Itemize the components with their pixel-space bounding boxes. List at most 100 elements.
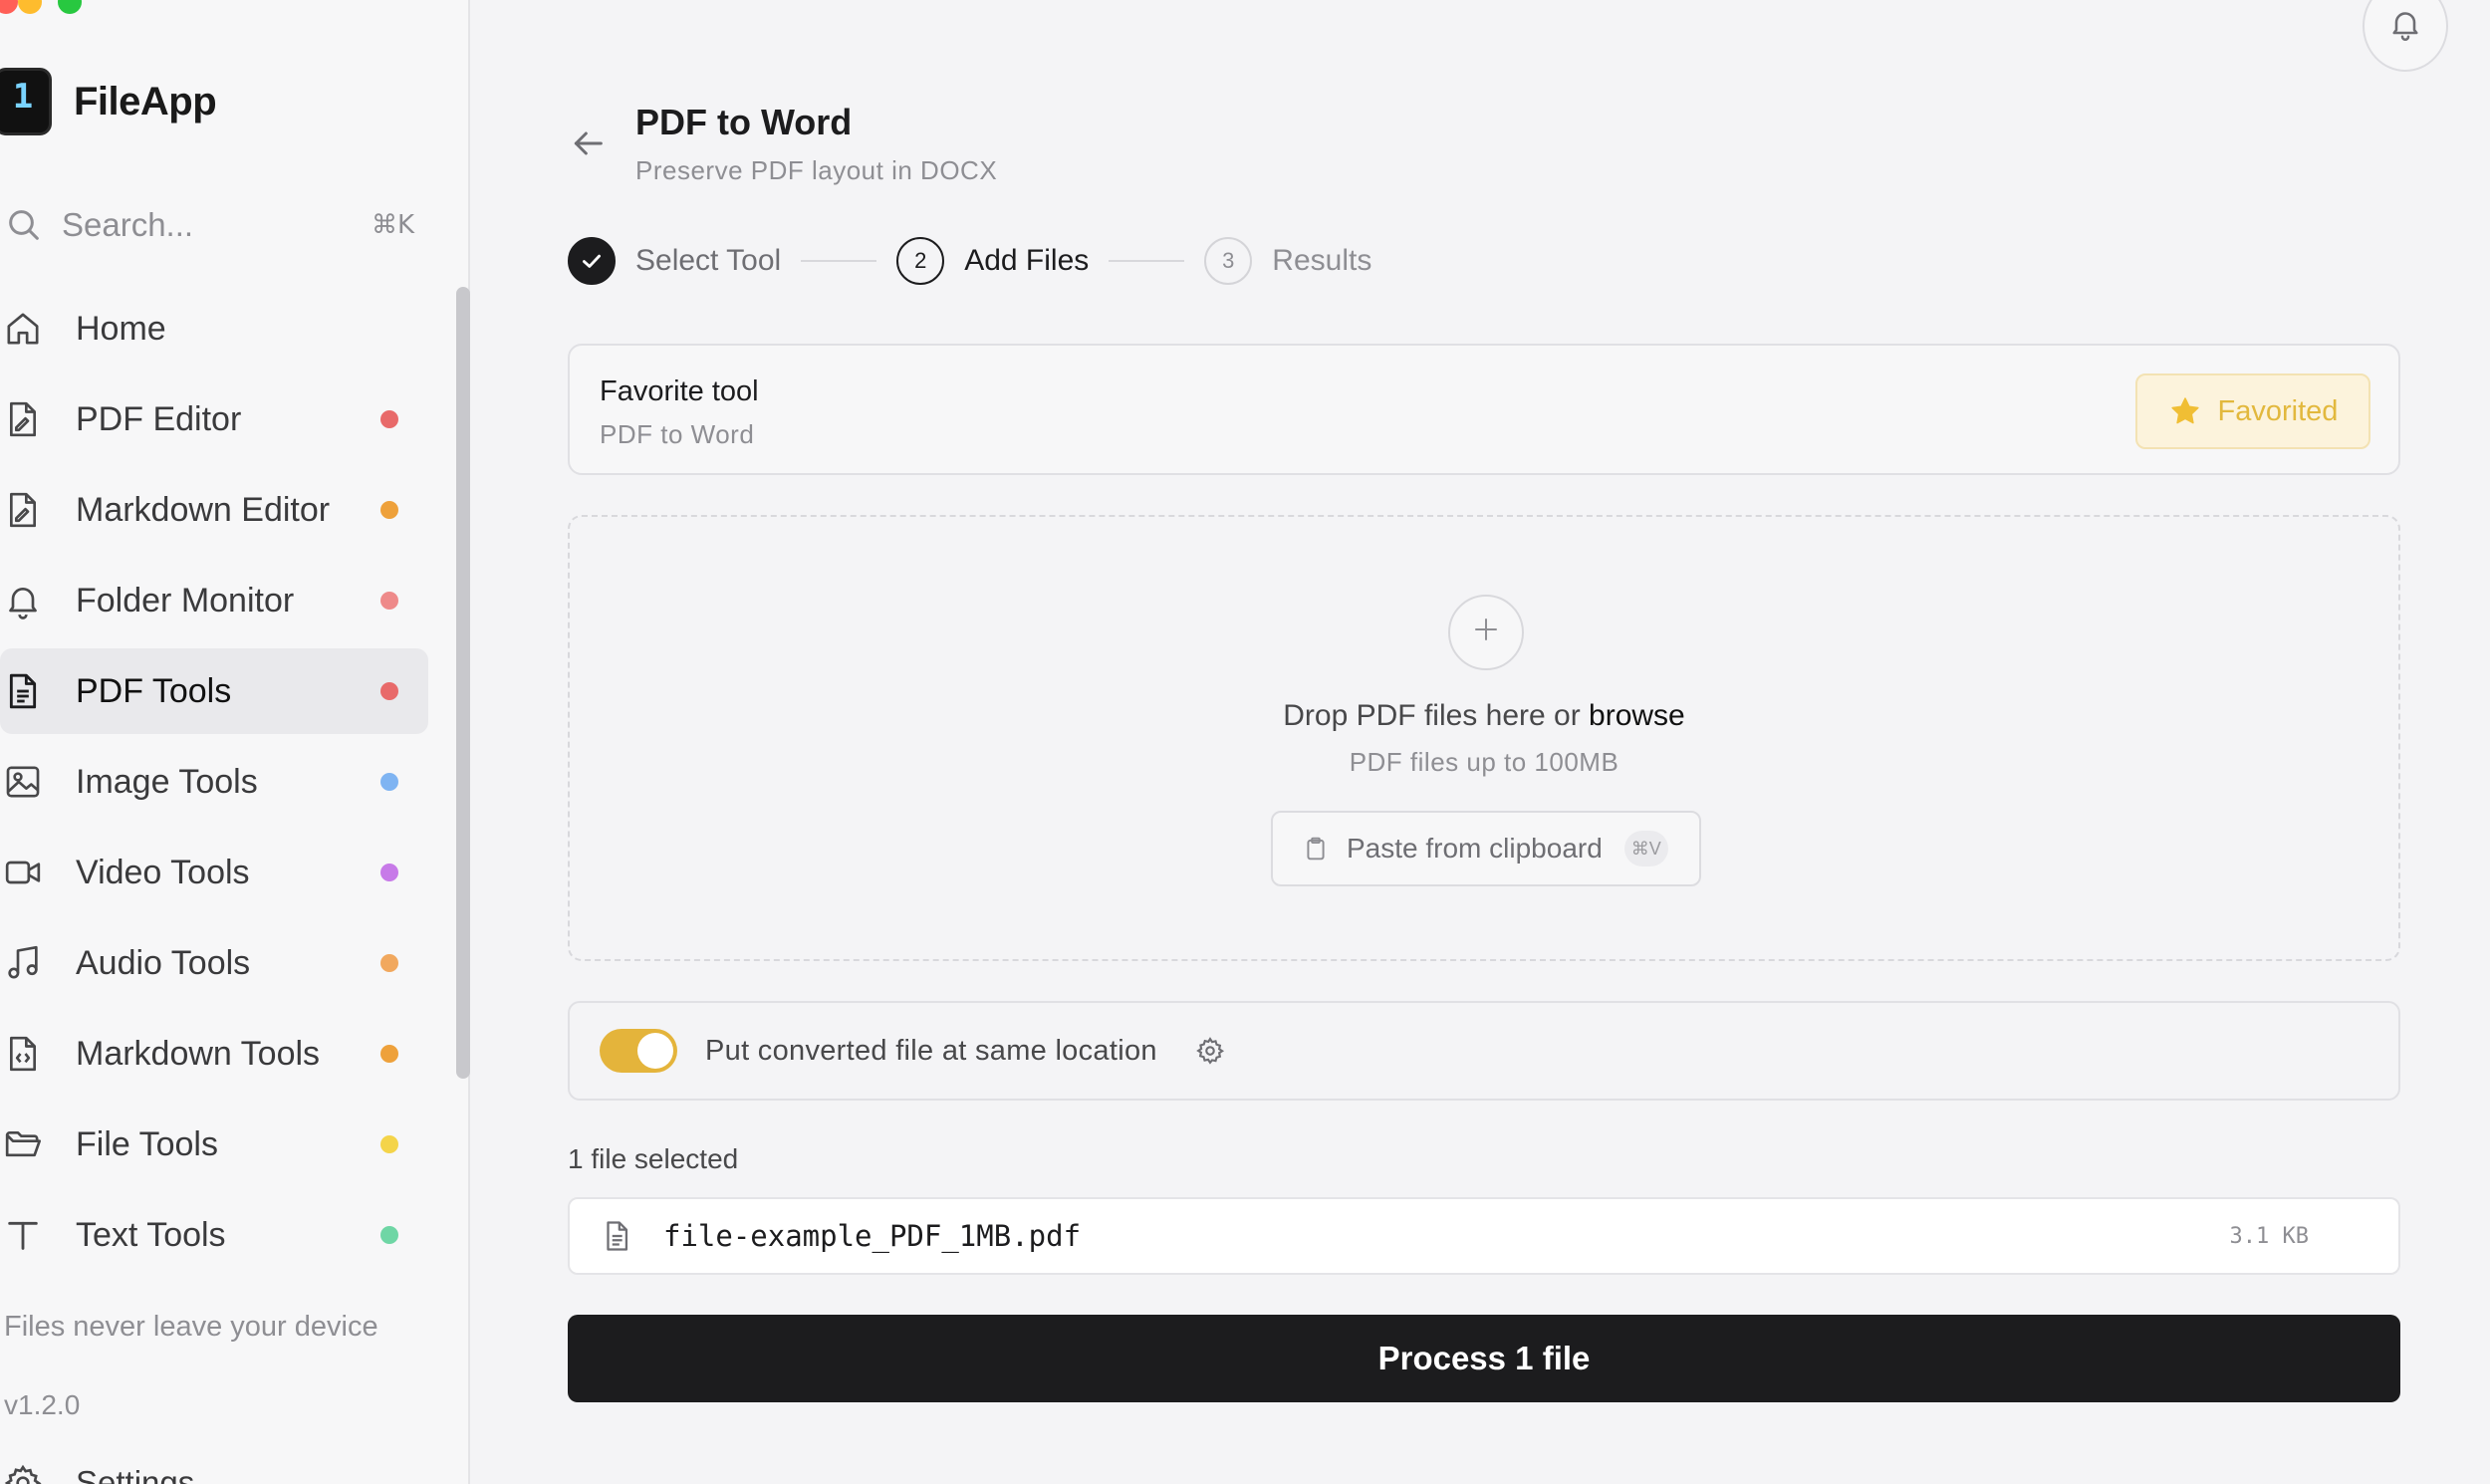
- status-dot: [380, 1226, 398, 1244]
- process-button[interactable]: Process 1 file: [568, 1315, 2400, 1402]
- sidebar-item-label: File Tools: [76, 1124, 218, 1163]
- step-add-files: 2 Add Files: [896, 237, 1089, 285]
- same-location-option: Put converted file at same location: [568, 1001, 2400, 1101]
- sidebar-nav: Home PDF Editor Markdown Editor Folder Moni…: [0, 286, 428, 1283]
- favorite-card: Favorite tool PDF to Word Favorited: [568, 344, 2400, 475]
- sidebar-item-video-tools[interactable]: Video Tools: [0, 830, 428, 915]
- folder-icon: [0, 1121, 46, 1167]
- sidebar-item-file-tools[interactable]: File Tools: [0, 1102, 428, 1187]
- sidebar-item-text-tools[interactable]: Text Tools: [0, 1192, 428, 1278]
- step-connector: [1109, 260, 1185, 262]
- search-input[interactable]: [62, 206, 361, 244]
- gear-icon: [0, 1460, 46, 1484]
- browse-link[interactable]: browse: [1589, 699, 1685, 732]
- plus-icon: [1471, 612, 1501, 654]
- sidebar-item-label: Folder Monitor: [76, 581, 295, 619]
- sidebar-item-label: PDF Editor: [76, 399, 242, 438]
- same-location-label: Put converted file at same location: [705, 1034, 1157, 1067]
- privacy-note: Files never leave your device: [4, 1311, 378, 1343]
- paste-label: Paste from clipboard: [1347, 833, 1603, 864]
- music-icon: [0, 940, 46, 986]
- status-dot: [380, 864, 398, 881]
- file-size: 3.1 KB: [2229, 1223, 2309, 1249]
- text-icon: [0, 1212, 46, 1258]
- search-bar: ⌘K: [0, 197, 428, 253]
- status-dot: [380, 501, 398, 519]
- status-dot: [380, 410, 398, 428]
- bell-icon: [2387, 6, 2423, 47]
- status-dot: [380, 682, 398, 700]
- file-list-item[interactable]: file-example_PDF_1MB.pdf 3.1 KB: [568, 1197, 2400, 1275]
- sidebar-item-label: PDF Tools: [76, 671, 232, 710]
- step-number: 2: [896, 237, 945, 285]
- file-icon: [600, 1217, 633, 1255]
- sidebar-item-label: Home: [76, 309, 166, 348]
- clipboard-icon: [1303, 836, 1329, 862]
- gear-icon[interactable]: [1195, 1036, 1225, 1066]
- sidebar-item-image-tools[interactable]: Image Tools: [0, 739, 428, 825]
- app-brand: 1 FileApp: [0, 68, 217, 135]
- step-connector: [801, 260, 877, 262]
- add-file-button[interactable]: [1448, 595, 1524, 670]
- sidebar-item-label: Markdown Tools: [76, 1034, 321, 1073]
- sidebar-item-pdf-editor[interactable]: PDF Editor: [0, 376, 428, 462]
- back-button[interactable]: [568, 124, 608, 163]
- sidebar-item-settings[interactable]: Settings: [0, 1460, 194, 1484]
- sidebar-item-markdown-tools[interactable]: Markdown Tools: [0, 1011, 428, 1097]
- code-file-icon: [0, 1031, 46, 1077]
- stepper: Select Tool 2 Add Files 3 Results: [568, 237, 1371, 285]
- favorited-button[interactable]: Favorited: [2135, 373, 2370, 449]
- sidebar-item-markdown-editor[interactable]: Markdown Editor: [0, 467, 428, 553]
- favorite-tool-name: PDF to Word: [600, 419, 755, 449]
- dropzone-text: Drop PDF files here or browse: [570, 699, 2398, 733]
- favorite-title: Favorite tool: [600, 375, 759, 407]
- step-number: 3: [1204, 237, 1253, 285]
- page-title: PDF to Word: [635, 102, 853, 142]
- video-icon: [0, 850, 46, 895]
- same-location-toggle[interactable]: [600, 1029, 677, 1073]
- sidebar-item-folder-monitor[interactable]: Folder Monitor: [0, 558, 428, 643]
- window-minimize-button[interactable]: [18, 0, 42, 14]
- image-icon: [0, 759, 46, 805]
- app-logo: 1: [0, 68, 52, 135]
- status-dot: [380, 773, 398, 791]
- check-icon: [568, 237, 616, 285]
- document-icon: [0, 668, 46, 714]
- step-label: Results: [1272, 244, 1372, 277]
- sidebar-scrollbar[interactable]: [456, 287, 470, 1079]
- status-dot: [380, 954, 398, 972]
- star-icon: [2168, 394, 2202, 428]
- window-close-button[interactable]: [0, 0, 18, 14]
- sidebar-item-audio-tools[interactable]: Audio Tools: [0, 920, 428, 1006]
- paste-from-clipboard-button[interactable]: Paste from clipboard ⌘V: [1271, 811, 1701, 886]
- window-zoom-button[interactable]: [58, 0, 82, 14]
- markdown-editor-icon: [0, 487, 46, 533]
- step-label: Add Files: [964, 244, 1090, 277]
- step-select-tool[interactable]: Select Tool: [568, 237, 781, 285]
- selected-count: 1 file selected: [568, 1143, 739, 1174]
- sidebar-item-label: Video Tools: [76, 853, 250, 891]
- dropzone-limit: PDF files up to 100MB: [1349, 747, 1619, 777]
- sidebar-item-label: Settings: [76, 1464, 195, 1484]
- sidebar-item-label: Text Tools: [76, 1215, 226, 1254]
- app-name: FileApp: [74, 79, 217, 124]
- sidebar-item-label: Markdown Editor: [76, 490, 331, 529]
- sidebar-item-label: Audio Tools: [76, 943, 251, 982]
- sidebar-item-label: Image Tools: [76, 762, 258, 801]
- step-label: Select Tool: [635, 244, 782, 277]
- step-results: 3 Results: [1204, 237, 1371, 285]
- home-icon: [0, 306, 46, 352]
- file-dropzone[interactable]: Drop PDF files here or browse PDF files …: [568, 515, 2400, 961]
- toggle-knob: [637, 1033, 673, 1069]
- favorited-label: Favorited: [2217, 394, 2339, 427]
- notifications-button[interactable]: [2363, 0, 2448, 72]
- sidebar-item-pdf-tools[interactable]: PDF Tools: [0, 648, 428, 734]
- file-name: file-example_PDF_1MB.pdf: [663, 1219, 1082, 1253]
- page-subtitle: Preserve PDF layout in DOCX: [635, 155, 998, 185]
- arrow-left-icon: [568, 131, 608, 167]
- sidebar-item-home[interactable]: Home: [0, 286, 428, 371]
- app-version: v1.2.0: [4, 1389, 81, 1420]
- status-dot: [380, 1045, 398, 1063]
- sidebar: 1 FileApp ⌘K Home PDF Editor Markdown Edit…: [0, 0, 470, 1484]
- search-icon: [4, 205, 44, 245]
